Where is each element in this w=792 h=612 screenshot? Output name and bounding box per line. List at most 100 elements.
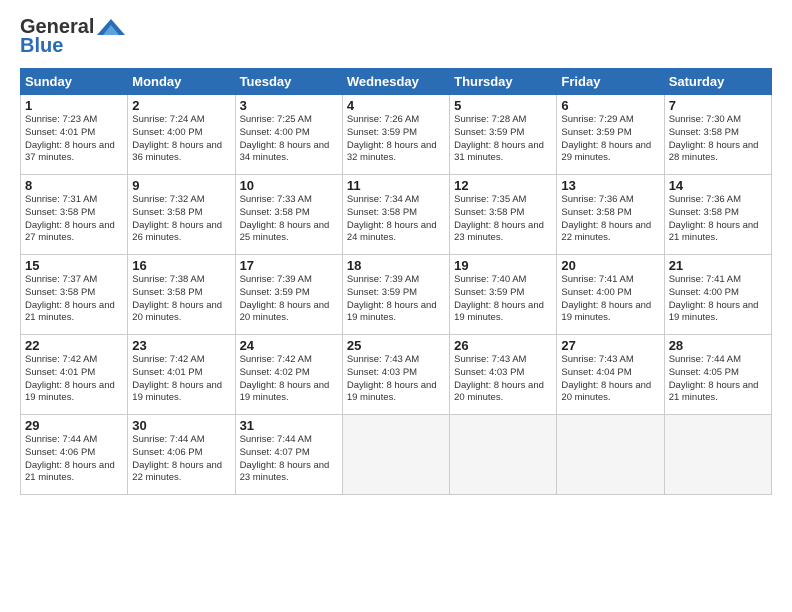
day-number: 31 (240, 418, 338, 433)
cell-info: Sunrise: 7:35 AMSunset: 3:58 PMDaylight:… (454, 194, 544, 243)
calendar-cell: 21 Sunrise: 7:41 AMSunset: 4:00 PMDaylig… (664, 255, 771, 335)
page: General Blue SundayMondayTuesdayWednesda… (0, 0, 792, 612)
header-day-thursday: Thursday (450, 69, 557, 95)
calendar-cell: 20 Sunrise: 7:41 AMSunset: 4:00 PMDaylig… (557, 255, 664, 335)
calendar-cell: 8 Sunrise: 7:31 AMSunset: 3:58 PMDayligh… (21, 175, 128, 255)
calendar-cell: 7 Sunrise: 7:30 AMSunset: 3:58 PMDayligh… (664, 95, 771, 175)
calendar-cell: 19 Sunrise: 7:40 AMSunset: 3:59 PMDaylig… (450, 255, 557, 335)
cell-info: Sunrise: 7:29 AMSunset: 3:59 PMDaylight:… (561, 114, 651, 163)
day-number: 9 (132, 178, 230, 193)
day-number: 24 (240, 338, 338, 353)
calendar-cell: 26 Sunrise: 7:43 AMSunset: 4:03 PMDaylig… (450, 335, 557, 415)
calendar-cell (557, 415, 664, 495)
day-number: 28 (669, 338, 767, 353)
cell-info: Sunrise: 7:34 AMSunset: 3:58 PMDaylight:… (347, 194, 437, 243)
day-number: 3 (240, 98, 338, 113)
day-number: 23 (132, 338, 230, 353)
day-number: 2 (132, 98, 230, 113)
cell-info: Sunrise: 7:36 AMSunset: 3:58 PMDaylight:… (561, 194, 651, 243)
cell-info: Sunrise: 7:44 AMSunset: 4:05 PMDaylight:… (669, 354, 759, 403)
week-row-3: 15 Sunrise: 7:37 AMSunset: 3:58 PMDaylig… (21, 255, 772, 335)
cell-info: Sunrise: 7:24 AMSunset: 4:00 PMDaylight:… (132, 114, 222, 163)
calendar-cell: 9 Sunrise: 7:32 AMSunset: 3:58 PMDayligh… (128, 175, 235, 255)
cell-info: Sunrise: 7:41 AMSunset: 4:00 PMDaylight:… (669, 274, 759, 323)
day-number: 15 (25, 258, 123, 273)
calendar-cell: 22 Sunrise: 7:42 AMSunset: 4:01 PMDaylig… (21, 335, 128, 415)
calendar-cell: 29 Sunrise: 7:44 AMSunset: 4:06 PMDaylig… (21, 415, 128, 495)
day-number: 12 (454, 178, 552, 193)
calendar-cell: 25 Sunrise: 7:43 AMSunset: 4:03 PMDaylig… (342, 335, 449, 415)
calendar-cell (450, 415, 557, 495)
day-number: 29 (25, 418, 123, 433)
cell-info: Sunrise: 7:31 AMSunset: 3:58 PMDaylight:… (25, 194, 115, 243)
day-number: 26 (454, 338, 552, 353)
day-number: 22 (25, 338, 123, 353)
week-row-2: 8 Sunrise: 7:31 AMSunset: 3:58 PMDayligh… (21, 175, 772, 255)
week-row-4: 22 Sunrise: 7:42 AMSunset: 4:01 PMDaylig… (21, 335, 772, 415)
calendar-cell: 27 Sunrise: 7:43 AMSunset: 4:04 PMDaylig… (557, 335, 664, 415)
calendar-cell: 5 Sunrise: 7:28 AMSunset: 3:59 PMDayligh… (450, 95, 557, 175)
cell-info: Sunrise: 7:39 AMSunset: 3:59 PMDaylight:… (347, 274, 437, 323)
cell-info: Sunrise: 7:44 AMSunset: 4:07 PMDaylight:… (240, 434, 330, 483)
cell-info: Sunrise: 7:44 AMSunset: 4:06 PMDaylight:… (25, 434, 115, 483)
calendar-cell: 28 Sunrise: 7:44 AMSunset: 4:05 PMDaylig… (664, 335, 771, 415)
calendar-cell: 3 Sunrise: 7:25 AMSunset: 4:00 PMDayligh… (235, 95, 342, 175)
header-day-monday: Monday (128, 69, 235, 95)
calendar-cell: 23 Sunrise: 7:42 AMSunset: 4:01 PMDaylig… (128, 335, 235, 415)
calendar-cell: 6 Sunrise: 7:29 AMSunset: 3:59 PMDayligh… (557, 95, 664, 175)
header-day-friday: Friday (557, 69, 664, 95)
cell-info: Sunrise: 7:36 AMSunset: 3:58 PMDaylight:… (669, 194, 759, 243)
day-number: 7 (669, 98, 767, 113)
header-day-saturday: Saturday (664, 69, 771, 95)
day-number: 13 (561, 178, 659, 193)
calendar-cell: 18 Sunrise: 7:39 AMSunset: 3:59 PMDaylig… (342, 255, 449, 335)
calendar-cell: 10 Sunrise: 7:33 AMSunset: 3:58 PMDaylig… (235, 175, 342, 255)
header-day-wednesday: Wednesday (342, 69, 449, 95)
day-number: 10 (240, 178, 338, 193)
cell-info: Sunrise: 7:38 AMSunset: 3:58 PMDaylight:… (132, 274, 222, 323)
cell-info: Sunrise: 7:43 AMSunset: 4:04 PMDaylight:… (561, 354, 651, 403)
header-day-sunday: Sunday (21, 69, 128, 95)
cell-info: Sunrise: 7:26 AMSunset: 3:59 PMDaylight:… (347, 114, 437, 163)
calendar-cell: 12 Sunrise: 7:35 AMSunset: 3:58 PMDaylig… (450, 175, 557, 255)
cell-info: Sunrise: 7:39 AMSunset: 3:59 PMDaylight:… (240, 274, 330, 323)
cell-info: Sunrise: 7:30 AMSunset: 3:58 PMDaylight:… (669, 114, 759, 163)
cell-info: Sunrise: 7:43 AMSunset: 4:03 PMDaylight:… (454, 354, 544, 403)
day-number: 5 (454, 98, 552, 113)
calendar-cell: 17 Sunrise: 7:39 AMSunset: 3:59 PMDaylig… (235, 255, 342, 335)
day-number: 16 (132, 258, 230, 273)
header-row: SundayMondayTuesdayWednesdayThursdayFrid… (21, 69, 772, 95)
week-row-5: 29 Sunrise: 7:44 AMSunset: 4:06 PMDaylig… (21, 415, 772, 495)
cell-info: Sunrise: 7:40 AMSunset: 3:59 PMDaylight:… (454, 274, 544, 323)
logo: General Blue (20, 16, 125, 58)
cell-info: Sunrise: 7:32 AMSunset: 3:58 PMDaylight:… (132, 194, 222, 243)
day-number: 11 (347, 178, 445, 193)
day-number: 4 (347, 98, 445, 113)
day-number: 25 (347, 338, 445, 353)
cell-info: Sunrise: 7:42 AMSunset: 4:01 PMDaylight:… (132, 354, 222, 403)
calendar-cell: 24 Sunrise: 7:42 AMSunset: 4:02 PMDaylig… (235, 335, 342, 415)
calendar-cell: 31 Sunrise: 7:44 AMSunset: 4:07 PMDaylig… (235, 415, 342, 495)
calendar-cell: 4 Sunrise: 7:26 AMSunset: 3:59 PMDayligh… (342, 95, 449, 175)
day-number: 27 (561, 338, 659, 353)
cell-info: Sunrise: 7:43 AMSunset: 4:03 PMDaylight:… (347, 354, 437, 403)
day-number: 21 (669, 258, 767, 273)
calendar-cell: 13 Sunrise: 7:36 AMSunset: 3:58 PMDaylig… (557, 175, 664, 255)
cell-info: Sunrise: 7:25 AMSunset: 4:00 PMDaylight:… (240, 114, 330, 163)
header-day-tuesday: Tuesday (235, 69, 342, 95)
logo-icon (97, 17, 125, 37)
day-number: 6 (561, 98, 659, 113)
day-number: 19 (454, 258, 552, 273)
day-number: 20 (561, 258, 659, 273)
cell-info: Sunrise: 7:37 AMSunset: 3:58 PMDaylight:… (25, 274, 115, 323)
cell-info: Sunrise: 7:41 AMSunset: 4:00 PMDaylight:… (561, 274, 651, 323)
calendar-table: SundayMondayTuesdayWednesdayThursdayFrid… (20, 68, 772, 495)
week-row-1: 1 Sunrise: 7:23 AMSunset: 4:01 PMDayligh… (21, 95, 772, 175)
calendar-cell (342, 415, 449, 495)
calendar-cell: 11 Sunrise: 7:34 AMSunset: 3:58 PMDaylig… (342, 175, 449, 255)
calendar-cell: 30 Sunrise: 7:44 AMSunset: 4:06 PMDaylig… (128, 415, 235, 495)
cell-info: Sunrise: 7:28 AMSunset: 3:59 PMDaylight:… (454, 114, 544, 163)
cell-info: Sunrise: 7:33 AMSunset: 3:58 PMDaylight:… (240, 194, 330, 243)
day-number: 17 (240, 258, 338, 273)
calendar-cell (664, 415, 771, 495)
